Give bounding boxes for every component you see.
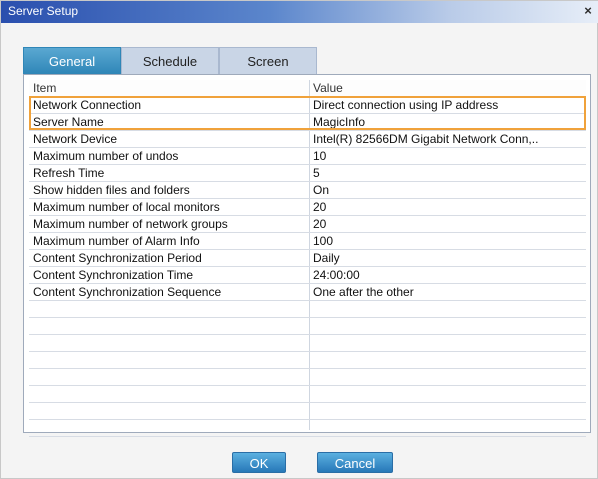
row-value-cell: 20 [313, 217, 327, 231]
row-item-cell: Maximum number of Alarm Info [33, 234, 200, 248]
cancel-button[interactable]: Cancel [317, 452, 393, 473]
tab-screen[interactable]: Screen [219, 47, 317, 75]
row-divider [29, 266, 586, 267]
row-value-cell: 24:00:00 [313, 268, 360, 282]
column-header-item: Item [33, 81, 57, 95]
settings-table: Item Value Network Connection Direct conn… [29, 80, 586, 437]
column-header-value: Value [313, 81, 343, 95]
row-divider [29, 351, 586, 352]
selection-highlight [29, 96, 586, 130]
row-item-cell: Maximum number of local monitors [33, 200, 220, 214]
row-item-cell: Show hidden files and folders [33, 183, 190, 197]
row-item-cell: Content Synchronization Period [33, 251, 202, 265]
row-divider [29, 436, 586, 437]
row-value-cell: 5 [313, 166, 320, 180]
row-value-cell: 20 [313, 200, 327, 214]
tab-general[interactable]: General [23, 47, 121, 75]
row-divider [29, 368, 586, 369]
row-divider [29, 317, 586, 318]
window-title: Server Setup [8, 4, 79, 18]
row-divider [29, 130, 586, 131]
row-value-cell: On [313, 183, 330, 197]
row-divider [29, 147, 586, 148]
row-divider [29, 198, 586, 199]
table-row[interactable]: Maximum number of Alarm Info 100 [29, 233, 586, 250]
row-divider [29, 164, 586, 165]
general-panel: Item Value Network Connection Direct conn… [23, 74, 591, 437]
row-value-cell: Intel(R) 82566DM Gigabit Network Conn,.. [313, 132, 539, 146]
table-header: Item Value [29, 80, 586, 97]
row-item-cell: Content Synchronization Time [33, 268, 194, 282]
table-row[interactable]: Network Device Intel(R) 82566DM Gigabit N… [29, 131, 586, 148]
title-bar[interactable]: Server Setup × [1, 1, 598, 23]
row-value-cell: 100 [313, 234, 334, 248]
row-value-cell: 10 [313, 149, 327, 163]
table-row[interactable]: Content Synchronization Sequence One afte… [29, 284, 586, 301]
ok-button[interactable]: OK [232, 452, 286, 473]
close-icon[interactable]: × [581, 4, 595, 18]
table-row[interactable]: Show hidden files and folders On [29, 182, 586, 199]
row-divider [29, 232, 586, 233]
table-row[interactable]: Maximum number of local monitors 20 [29, 199, 586, 216]
table-row[interactable]: Maximum number of network groups 20 [29, 216, 586, 233]
table-row[interactable]: Content Synchronization Time 24:00:00 [29, 267, 586, 284]
row-divider [29, 385, 586, 386]
row-item-cell: Content Synchronization Sequence [33, 285, 222, 299]
row-divider [29, 215, 586, 216]
row-divider [29, 419, 586, 420]
table-row[interactable]: Refresh Time 5 [29, 165, 586, 182]
row-value-cell: One after the other [313, 285, 414, 299]
row-divider [29, 181, 586, 182]
row-divider [29, 300, 586, 301]
row-value-cell: Daily [313, 251, 340, 265]
row-divider [29, 334, 586, 335]
row-item-cell: Network Device [33, 132, 118, 146]
table-row[interactable]: Content Synchronization Period Daily [29, 250, 586, 267]
tab-schedule[interactable]: Schedule [121, 47, 219, 75]
server-setup-window: Server Setup × General Schedule Screen I… [0, 0, 598, 479]
row-item-cell: Refresh Time [33, 166, 105, 180]
row-divider [29, 249, 586, 250]
row-item-cell: Maximum number of network groups [33, 217, 228, 231]
row-divider [29, 283, 586, 284]
row-divider [29, 402, 586, 403]
row-item-cell: Maximum number of undos [33, 149, 179, 163]
table-row[interactable]: Maximum number of undos 10 [29, 148, 586, 165]
